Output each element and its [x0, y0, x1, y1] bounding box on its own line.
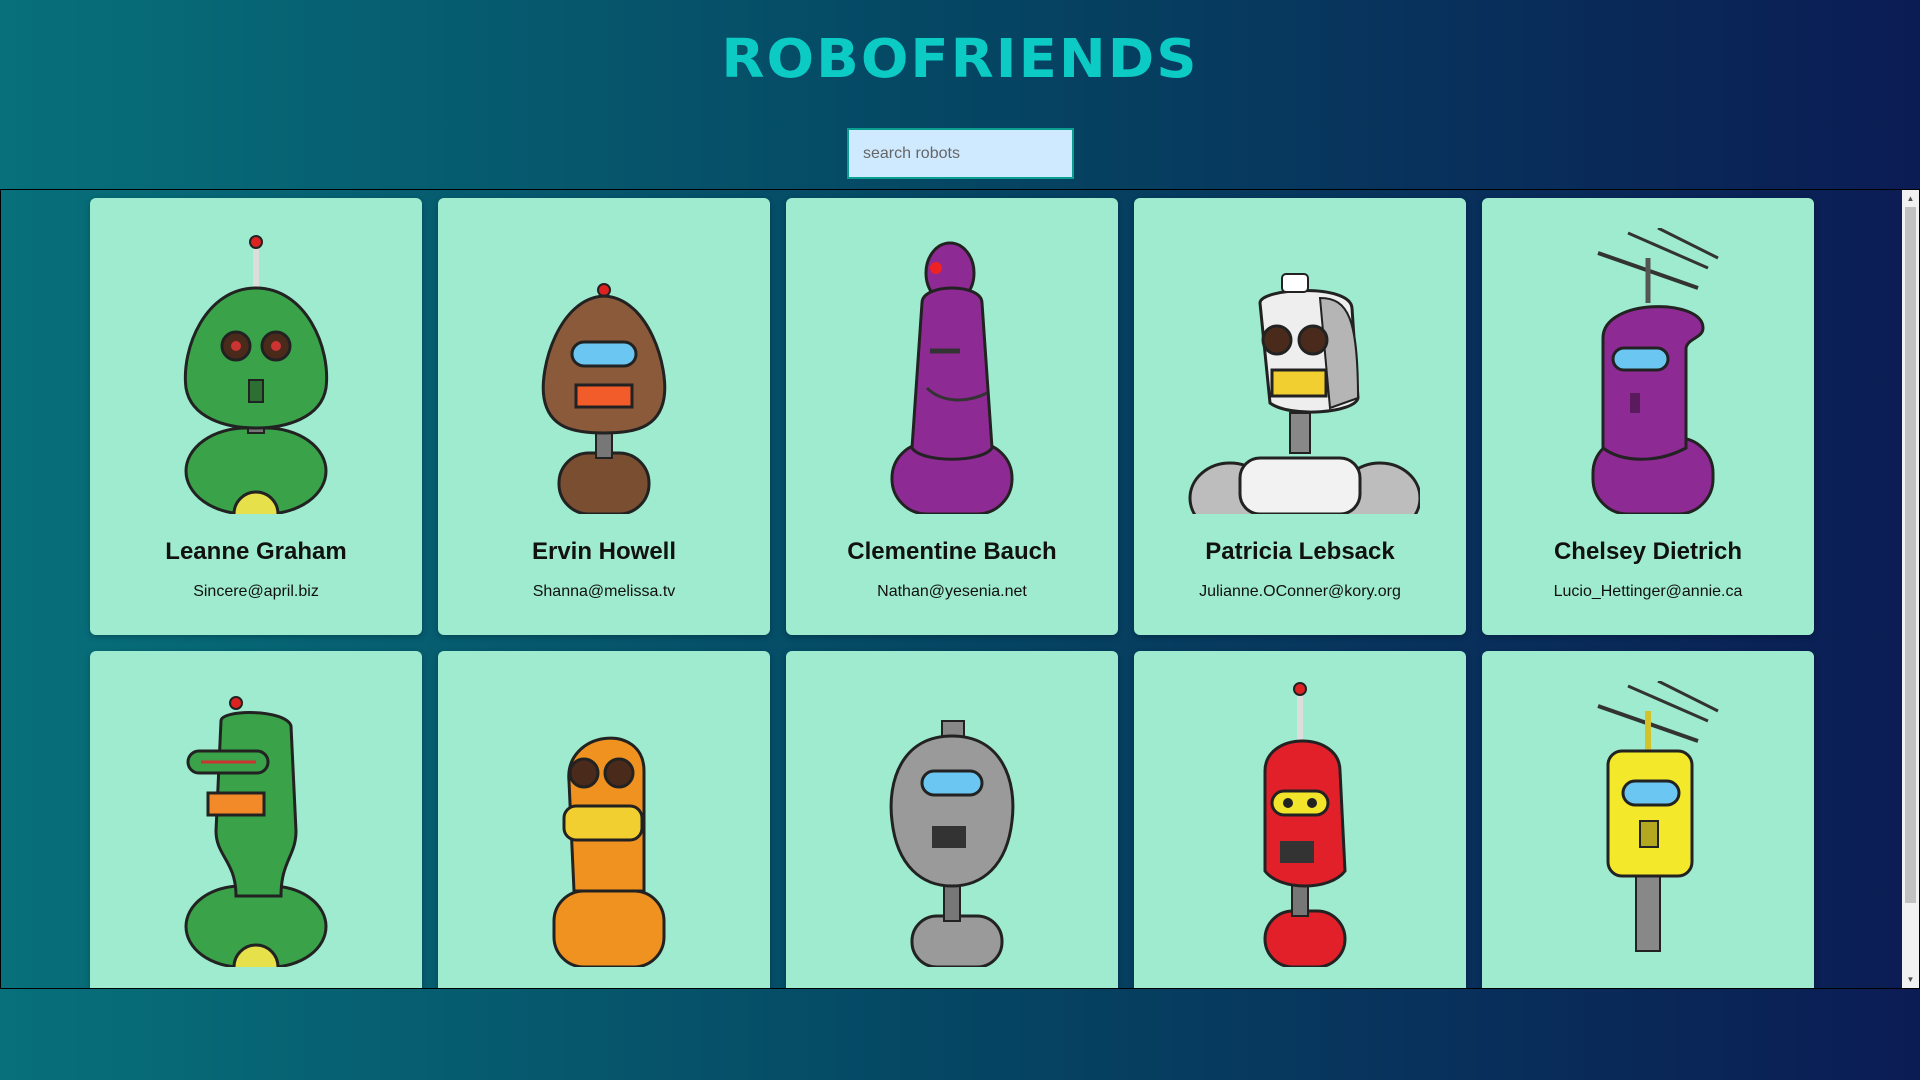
- robot-card[interactable]: Ervin Howell Shanna@melissa.tv: [438, 198, 770, 635]
- robot-card[interactable]: [1482, 651, 1814, 988]
- robot-avatar: [1597, 681, 1719, 952]
- robot-avatar: [184, 696, 328, 967]
- robot-avatar: [889, 720, 1015, 967]
- robot-list-scroll-area[interactable]: Leanne Graham Sincere@april.biz Ervin Ho…: [0, 189, 1920, 989]
- robot-email: Shanna@melissa.tv: [532, 583, 676, 600]
- robot-avatar: [183, 235, 329, 514]
- app-title: ROBOFRIENDS: [721, 28, 1199, 91]
- robot-card[interactable]: [1134, 651, 1466, 988]
- robot-avatar: [890, 241, 1014, 514]
- robot-card[interactable]: Chelsey Dietrich Lucio_Hettinger@annie.c…: [1482, 198, 1814, 635]
- robot-card[interactable]: [786, 651, 1118, 988]
- robot-name: Chelsey Dietrich: [1553, 538, 1743, 565]
- card-list: Leanne Graham Sincere@april.biz Ervin Ho…: [90, 198, 1830, 988]
- scroll-down-arrow-icon[interactable]: ▼: [1902, 971, 1919, 988]
- robot-email: Nathan@yesenia.net: [877, 583, 1027, 600]
- robot-card[interactable]: Clementine Bauch Nathan@yesenia.net: [786, 198, 1118, 635]
- scrollbar-thumb[interactable]: [1905, 207, 1916, 903]
- robot-avatar: [1188, 273, 1420, 514]
- robot-name: Leanne Graham: [165, 538, 347, 565]
- robot-email: Sincere@april.biz: [193, 583, 319, 600]
- robot-avatar: [1263, 682, 1347, 967]
- search-input[interactable]: [847, 128, 1074, 179]
- vertical-scrollbar[interactable]: ▲ ▼: [1902, 190, 1919, 988]
- robot-card[interactable]: [438, 651, 770, 988]
- robot-name: Patricia Lebsack: [1205, 538, 1395, 565]
- robot-name: Ervin Howell: [531, 538, 677, 565]
- robot-card[interactable]: Patricia Lebsack Julianne.OConner@kory.o…: [1134, 198, 1466, 635]
- robot-email: Lucio_Hettinger@annie.ca: [1553, 583, 1743, 600]
- robot-avatar: [552, 736, 666, 967]
- robot-name: Clementine Bauch: [847, 538, 1057, 565]
- robot-email: Julianne.OConner@kory.org: [1199, 583, 1401, 600]
- robot-card[interactable]: Leanne Graham Sincere@april.biz: [90, 198, 422, 635]
- robot-avatar: [541, 283, 667, 514]
- robot-avatar: [1591, 228, 1719, 514]
- scroll-up-arrow-icon[interactable]: ▲: [1902, 190, 1919, 207]
- robot-card[interactable]: [90, 651, 422, 988]
